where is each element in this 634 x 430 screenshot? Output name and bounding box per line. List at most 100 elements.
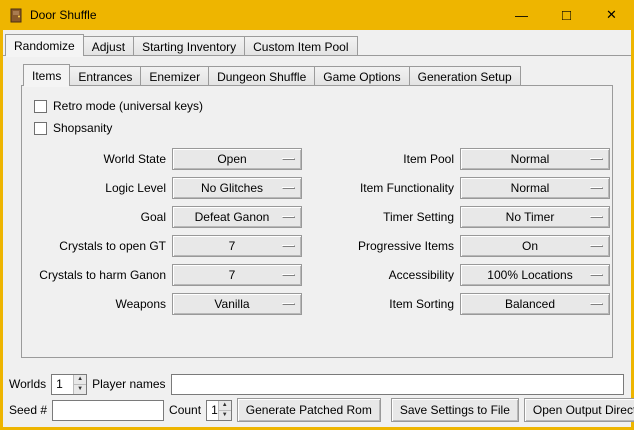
accessibility-value: 100% Locations	[487, 268, 582, 282]
crystals-open-gt-dropdown[interactable]: 7	[172, 235, 302, 257]
crystals-harm-ganon-dropdown[interactable]: 7	[172, 264, 302, 286]
tab-adjust[interactable]: Adjust	[83, 36, 134, 56]
crystals-open-gt-value: 7	[229, 239, 246, 253]
tab-game-options[interactable]: Game Options	[314, 66, 409, 86]
minimize-icon: —	[515, 8, 528, 23]
titlebar: Door Shuffle — □ ✕	[0, 0, 634, 30]
close-button[interactable]: ✕	[589, 0, 634, 30]
dropdown-indicator-icon	[590, 274, 603, 276]
worlds-value: 1	[52, 375, 73, 394]
generate-patched-rom-button[interactable]: Generate Patched Rom	[237, 398, 381, 422]
count-value: 1	[207, 401, 218, 420]
spin-down-icon[interactable]: ▼	[74, 384, 86, 394]
item-pool-value: Normal	[511, 152, 560, 166]
retro-mode-row: Retro mode (universal keys)	[34, 96, 606, 116]
item-functionality-label: Item Functionality	[308, 181, 454, 195]
field-grid: World State Open Item Pool Normal Logic …	[28, 148, 606, 315]
weapons-label: Weapons	[28, 297, 166, 311]
seed-row: Seed # Count 1 ▲ ▼ Generate Patched Rom …	[9, 398, 624, 422]
weapons-dropdown[interactable]: Vanilla	[172, 293, 302, 315]
seed-label: Seed #	[9, 403, 47, 417]
worlds-row: Worlds 1 ▲ ▼ Player names	[9, 373, 624, 395]
dropdown-indicator-icon	[282, 158, 295, 160]
window-body: Randomize Adjust Starting Inventory Cust…	[3, 30, 631, 427]
item-pool-dropdown[interactable]: Normal	[460, 148, 610, 170]
shopsanity-row: Shopsanity	[34, 118, 606, 138]
tab-generation-setup[interactable]: Generation Setup	[409, 66, 521, 86]
shopsanity-checkbox[interactable]	[34, 122, 47, 135]
spin-up-icon[interactable]: ▲	[219, 401, 231, 411]
progressive-items-dropdown[interactable]: On	[460, 235, 610, 257]
dropdown-indicator-icon	[590, 158, 603, 160]
timer-setting-dropdown[interactable]: No Timer	[460, 206, 610, 228]
item-sorting-label: Item Sorting	[308, 297, 454, 311]
tab-enemizer[interactable]: Enemizer	[140, 66, 209, 86]
dropdown-indicator-icon	[282, 274, 295, 276]
tab-starting-inventory[interactable]: Starting Inventory	[133, 36, 245, 56]
tab-custom-item-pool[interactable]: Custom Item Pool	[244, 36, 357, 56]
outer-tab-bar: Randomize Adjust Starting Inventory Cust…	[3, 30, 631, 56]
dropdown-indicator-icon	[282, 187, 295, 189]
dropdown-indicator-icon	[282, 245, 295, 247]
goal-dropdown[interactable]: Defeat Ganon	[172, 206, 302, 228]
count-spinbox[interactable]: 1 ▲ ▼	[206, 400, 232, 421]
count-spin-arrows: ▲ ▼	[218, 401, 231, 420]
maximize-button[interactable]: □	[544, 0, 589, 30]
tab-entrances[interactable]: Entrances	[69, 66, 141, 86]
inner-notebook: Items Entrances Enemizer Dungeon Shuffle…	[21, 64, 613, 358]
world-state-value: Open	[217, 152, 256, 166]
inner-tab-bar: Items Entrances Enemizer Dungeon Shuffle…	[21, 64, 613, 86]
progressive-items-label: Progressive Items	[308, 239, 454, 253]
accessibility-dropdown[interactable]: 100% Locations	[460, 264, 610, 286]
retro-mode-label: Retro mode (universal keys)	[53, 99, 203, 113]
dropdown-indicator-icon	[590, 187, 603, 189]
worlds-spinbox[interactable]: 1 ▲ ▼	[51, 374, 87, 395]
dropdown-indicator-icon	[282, 216, 295, 218]
worlds-spin-arrows: ▲ ▼	[73, 375, 86, 394]
close-icon: ✕	[606, 7, 617, 23]
shopsanity-label: Shopsanity	[53, 121, 112, 135]
save-settings-button[interactable]: Save Settings to File	[391, 398, 519, 422]
player-names-label: Player names	[92, 377, 165, 391]
items-tab-pane: Retro mode (universal keys) Shopsanity W…	[21, 86, 613, 358]
worlds-label: Worlds	[9, 377, 46, 391]
open-output-directory-button[interactable]: Open Output Directory	[524, 398, 634, 422]
logic-level-dropdown[interactable]: No Glitches	[172, 177, 302, 199]
maximize-icon: □	[562, 7, 571, 24]
retro-mode-checkbox[interactable]	[34, 100, 47, 113]
player-names-input[interactable]	[171, 374, 625, 395]
logic-level-value: No Glitches	[201, 181, 273, 195]
logic-level-label: Logic Level	[28, 181, 166, 195]
world-state-label: World State	[28, 152, 166, 166]
tab-items[interactable]: Items	[23, 64, 70, 86]
goal-value: Defeat Ganon	[195, 210, 280, 224]
item-sorting-dropdown[interactable]: Balanced	[460, 293, 610, 315]
door-shuffle-window: Door Shuffle — □ ✕ Randomize Adjust Star…	[0, 0, 634, 430]
spin-up-icon[interactable]: ▲	[74, 375, 86, 385]
item-functionality-dropdown[interactable]: Normal	[460, 177, 610, 199]
minimize-button[interactable]: —	[499, 0, 544, 30]
app-icon	[8, 7, 24, 23]
crystals-harm-ganon-value: 7	[229, 268, 246, 282]
item-pool-label: Item Pool	[308, 152, 454, 166]
item-functionality-value: Normal	[511, 181, 560, 195]
tab-randomize[interactable]: Randomize	[5, 34, 84, 56]
dropdown-indicator-icon	[590, 216, 603, 218]
tab-dungeon-shuffle[interactable]: Dungeon Shuffle	[208, 66, 315, 86]
goal-label: Goal	[28, 210, 166, 224]
seed-input[interactable]	[52, 400, 164, 421]
crystals-harm-ganon-label: Crystals to harm Ganon	[28, 268, 166, 282]
timer-setting-value: No Timer	[506, 210, 565, 224]
weapons-value: Vanilla	[214, 297, 259, 311]
accessibility-label: Accessibility	[308, 268, 454, 282]
window-title: Door Shuffle	[30, 8, 499, 22]
timer-setting-label: Timer Setting	[308, 210, 454, 224]
world-state-dropdown[interactable]: Open	[172, 148, 302, 170]
count-label: Count	[169, 403, 201, 417]
progressive-items-value: On	[522, 239, 548, 253]
item-sorting-value: Balanced	[505, 297, 565, 311]
crystals-open-gt-label: Crystals to open GT	[28, 239, 166, 253]
dropdown-indicator-icon	[590, 303, 603, 305]
dropdown-indicator-icon	[282, 303, 295, 305]
spin-down-icon[interactable]: ▼	[219, 410, 231, 420]
